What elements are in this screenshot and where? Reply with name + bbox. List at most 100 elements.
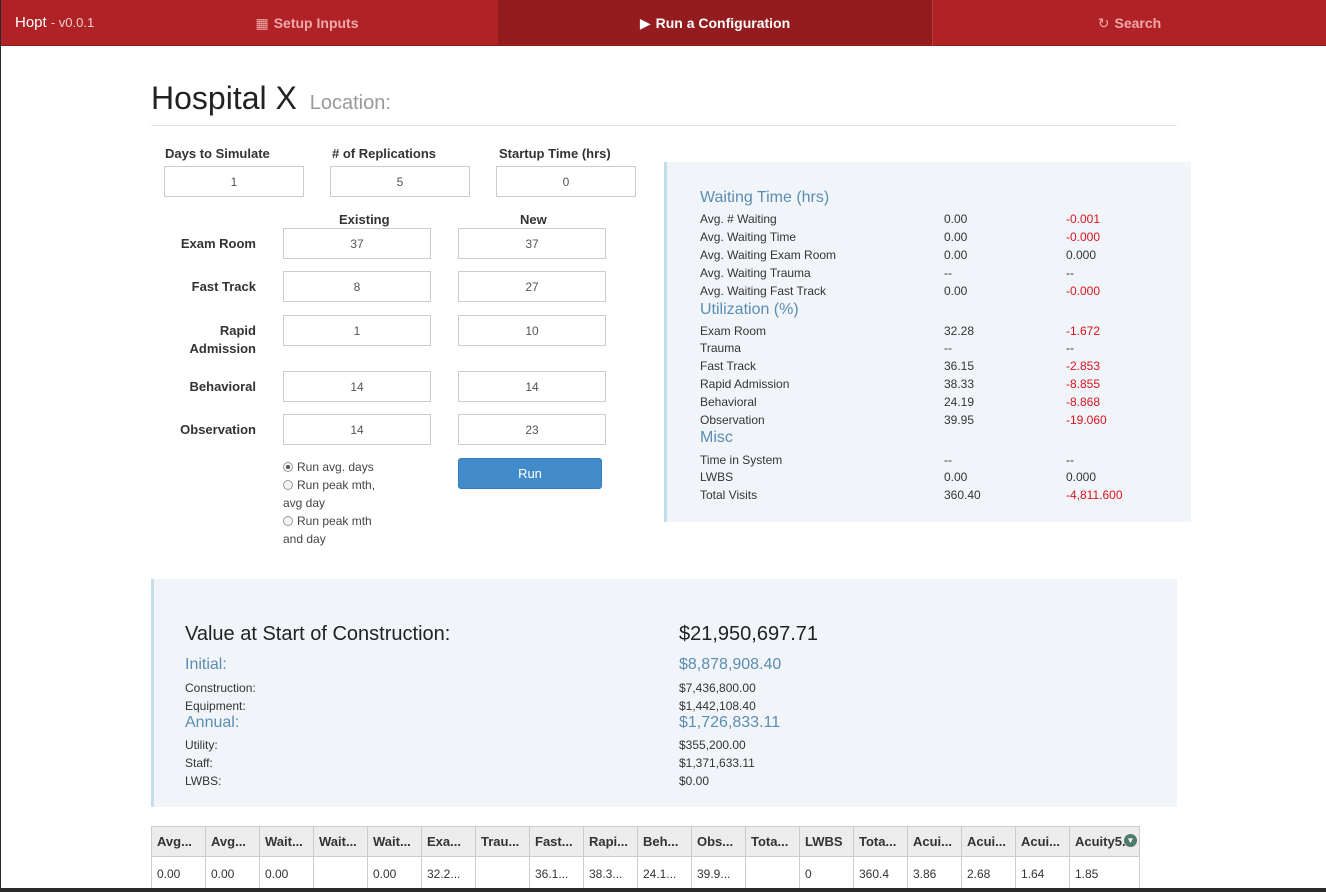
grid-cell: 0.00 — [205, 856, 260, 891]
window-bottom-border — [1, 888, 1326, 892]
rapid-admission-existing-input[interactable] — [283, 315, 431, 346]
grid-cell: 38.3... — [583, 856, 638, 891]
grid-header-cell[interactable]: Avg... — [151, 826, 206, 857]
grid-header-cell[interactable]: Tota... — [745, 826, 800, 857]
initial-heading: Initial: — [185, 656, 227, 673]
run-peak-month-and-day-option[interactable]: Run peak mth and day — [283, 512, 372, 548]
grid-cell: 1.85 — [1069, 856, 1140, 891]
observation-new-input[interactable] — [458, 414, 606, 445]
grid-header-cell[interactable]: LWBS — [799, 826, 854, 857]
days-to-simulate-input[interactable] — [164, 166, 304, 197]
stat-row: Avg. # Waiting 0.00 -0.001 — [700, 212, 1101, 226]
run-peak-month-avg-day-option[interactable]: Run peak mth, avg day — [283, 476, 375, 512]
fast-track-new-input[interactable] — [458, 271, 606, 302]
stat-row: Total Visits 360.40 -4,811.600 — [700, 488, 1123, 502]
tab-search[interactable]: ↻ Search — [933, 0, 1326, 46]
grid-header-cell[interactable]: Rapi... — [583, 826, 638, 857]
run-peak-month-and-day-label-2: and day — [283, 532, 326, 546]
behavioral-existing-input[interactable] — [283, 371, 431, 402]
lwbs-amount: $0.00 — [679, 774, 710, 788]
run-button[interactable]: Run — [458, 458, 602, 489]
utilization-heading: Utilization (%) — [700, 301, 799, 318]
results-panel: Waiting Time (hrs) Avg. # Waiting 0.00 -0.… — [664, 162, 1191, 522]
observation-existing-input[interactable] — [283, 414, 431, 445]
startup-time-input[interactable] — [496, 166, 636, 197]
grid-header-cell[interactable]: Wait... — [367, 826, 422, 857]
equipment-amount: $1,442,108.40 — [679, 699, 756, 713]
hospital-name: Hospital X — [151, 80, 297, 116]
grid-cell: 0.00 — [367, 856, 422, 891]
staff-amount: $1,371,633.11 — [679, 756, 755, 770]
behavioral-new-input[interactable] — [458, 371, 606, 402]
construction-label: Construction: — [185, 681, 256, 695]
page-title: Hospital X Location: — [151, 80, 391, 117]
radio-icon[interactable] — [283, 480, 293, 490]
column-menu-icon[interactable]: ▼ — [1124, 834, 1137, 847]
grid-header-cell[interactable]: Exa... — [421, 826, 476, 857]
grid-header-row: Avg... Avg... Wait... Wait... Wait... Ex… — [151, 826, 1140, 857]
radio-selected-icon[interactable] — [283, 462, 293, 472]
grid-header-cell[interactable]: Tota... — [853, 826, 908, 857]
grid-header-cell[interactable]: Avg... — [205, 826, 260, 857]
stat-row: Observation 39.95 -19.060 — [700, 413, 1107, 427]
grid-header-cell[interactable]: Acui... — [907, 826, 962, 857]
cost-summary-panel: Value at Start of Construction: $21,950,… — [151, 579, 1177, 807]
tab-run-configuration[interactable]: ▶ Run a Configuration — [498, 0, 933, 46]
days-to-simulate-label: Days to Simulate — [165, 146, 270, 161]
run-avg-days-option[interactable]: Run avg. days — [283, 458, 374, 476]
stat-row: Avg. Waiting Trauma -- -- — [700, 266, 1074, 280]
grid-cell: 0.00 — [259, 856, 314, 891]
utility-label: Utility: — [185, 738, 218, 752]
grid-header-cell[interactable]: Obs... — [691, 826, 746, 857]
utility-amount: $355,200.00 — [679, 738, 746, 752]
table-icon: ▦ — [255, 15, 269, 31]
run-peak-month-avg-day-label-1: Run peak mth, — [297, 478, 376, 492]
grid-header-cell-last[interactable]: Acuity5... ▼ — [1069, 826, 1140, 857]
grid-cell — [313, 856, 368, 891]
waiting-time-heading: Waiting Time (hrs) — [700, 189, 830, 206]
top-navbar: Hopt - v0.0.1 ▦ Setup Inputs ▶ Run a Confi… — [1, 0, 1326, 46]
exam-room-existing-input[interactable] — [283, 228, 431, 259]
initial-amount: $8,878,908.40 — [679, 656, 782, 673]
stat-row: LWBS 0.00 0.000 — [700, 470, 1097, 484]
rapid-admission-new-input[interactable] — [458, 315, 606, 346]
new-column-label: New — [520, 212, 547, 227]
stat-row: Trauma -- -- — [700, 341, 1074, 355]
rapid-admission-label: Rapid Admission — [189, 323, 256, 356]
run-peak-month-and-day-label-1: Run peak mth — [297, 514, 372, 528]
grid-header-cell[interactable]: Beh... — [637, 826, 692, 857]
title-divider — [151, 125, 1177, 126]
grid-cell — [745, 856, 800, 891]
grid-cell: 39.9... — [691, 856, 746, 891]
grid-header-cell[interactable]: Wait... — [259, 826, 314, 857]
stat-row: Avg. Waiting Fast Track 0.00 -0.000 — [700, 284, 1101, 298]
grid-header-cell[interactable]: Acui... — [1015, 826, 1070, 857]
existing-column-label: Existing — [339, 212, 390, 227]
grid-header-cell[interactable]: Wait... — [313, 826, 368, 857]
construction-amount: $7,436,800.00 — [679, 681, 756, 695]
annual-heading: Annual: — [185, 714, 240, 731]
table-row: 0.00 0.00 0.00 0.00 32.2... 36.1... 38.3… — [151, 856, 1140, 891]
location-label: Location: — [309, 92, 391, 114]
grid-cell: 3.86 — [907, 856, 962, 891]
behavioral-label: Behavioral — [189, 379, 256, 394]
results-grid: Avg... Avg... Wait... Wait... Wait... Ex… — [151, 826, 1140, 891]
grid-cell — [475, 856, 530, 891]
exam-room-new-input[interactable] — [458, 228, 606, 259]
grid-cell: 0.00 — [151, 856, 206, 891]
grid-header-cell[interactable]: Acui... — [961, 826, 1016, 857]
run-peak-month-avg-day-label-2: avg day — [283, 496, 326, 510]
radio-icon[interactable] — [283, 516, 293, 526]
stat-row: Behavioral 24.19 -8.868 — [700, 395, 1101, 409]
stat-row: Exam Room 32.28 -1.672 — [700, 324, 1101, 338]
fast-track-existing-input[interactable] — [283, 271, 431, 302]
grid-header-cell[interactable]: Trau... — [475, 826, 530, 857]
grid-header-cell[interactable]: Fast... — [529, 826, 584, 857]
replications-input[interactable] — [330, 166, 470, 197]
grid-cell: 24.1... — [637, 856, 692, 891]
value-at-start-label: Value at Start of Construction: — [185, 623, 451, 645]
observation-label: Observation — [180, 422, 256, 437]
grid-cell: 2.68 — [961, 856, 1016, 891]
misc-heading: Misc — [700, 429, 733, 446]
grid-cell: 1.64 — [1015, 856, 1070, 891]
